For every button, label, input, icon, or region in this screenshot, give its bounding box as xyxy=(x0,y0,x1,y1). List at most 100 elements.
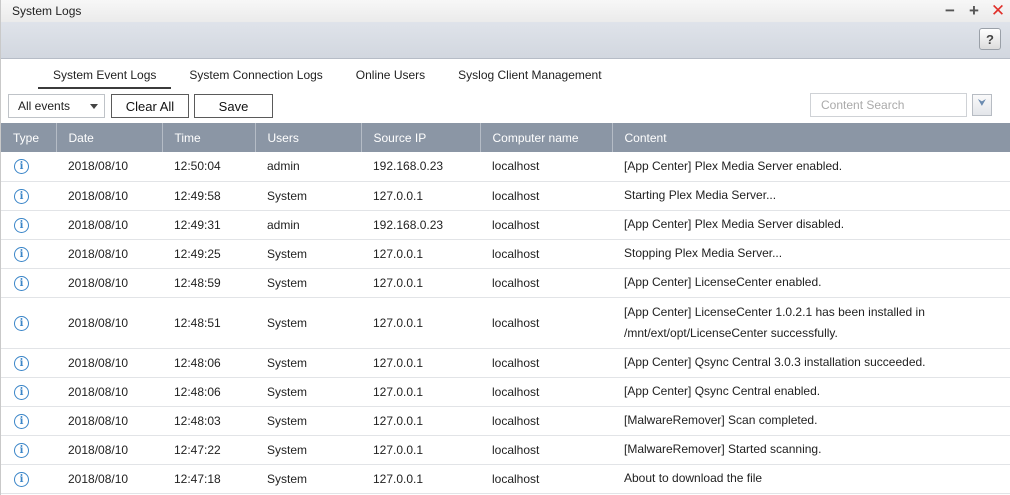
time-cell: 12:49:58 xyxy=(162,181,255,211)
tab-bar: System Event Logs System Connection Logs… xyxy=(1,65,1010,89)
info-icon: i xyxy=(14,275,29,291)
user-cell: admin xyxy=(255,152,361,182)
date-cell: 2018/08/10 xyxy=(56,210,162,240)
user-cell: System xyxy=(255,348,361,378)
content-search-input[interactable]: Content Search xyxy=(810,93,967,117)
info-icon: i xyxy=(14,315,29,331)
source-ip-cell: 127.0.0.1 xyxy=(361,406,480,436)
computer-name-cell: localhost xyxy=(480,377,612,407)
column-header-users[interactable]: Users xyxy=(255,123,362,152)
type-cell: i xyxy=(1,152,56,182)
type-cell: i xyxy=(1,181,56,211)
type-cell: i xyxy=(1,464,56,494)
column-header-source-ip[interactable]: Source IP xyxy=(361,123,481,152)
source-ip-cell: 127.0.0.1 xyxy=(361,435,480,465)
time-cell: 12:48:06 xyxy=(162,377,255,407)
source-ip-cell: 127.0.0.1 xyxy=(361,464,480,494)
source-ip-cell: 192.168.0.23 xyxy=(361,210,480,240)
computer-name-cell: localhost xyxy=(480,435,612,465)
time-cell: 12:48:59 xyxy=(162,268,255,298)
column-header-type[interactable]: Type xyxy=(1,123,57,152)
column-header-content[interactable]: Content xyxy=(612,123,1010,152)
column-header-time[interactable]: Time xyxy=(162,123,256,152)
table-body: i 2018/08/10 12:50:04 admin 192.168.0.23 loca… xyxy=(1,152,1010,494)
tab-system-connection-logs[interactable]: System Connection Logs xyxy=(174,65,337,89)
content-cell: [App Center] Qsync Central 3.0.3 install… xyxy=(612,348,1010,378)
table-row[interactable]: i 2018/08/10 12:49:58 System 127.0.0.1 localh… xyxy=(1,181,1010,211)
content-cell: [MalwareRemover] Scan completed. xyxy=(612,406,1010,436)
table-row[interactable]: i 2018/08/10 12:47:18 System 127.0.0.1 localh… xyxy=(1,464,1010,494)
type-cell: i xyxy=(1,210,56,240)
computer-name-cell: localhost xyxy=(480,464,612,494)
info-icon: i xyxy=(14,217,29,233)
maximize-icon[interactable]: + xyxy=(962,0,986,22)
minimize-icon[interactable]: − xyxy=(938,0,962,22)
content-cell: [MalwareRemover] Started scanning. xyxy=(612,435,1010,465)
info-icon: i xyxy=(14,442,29,458)
content-cell: [App Center] Qsync Central enabled. xyxy=(612,377,1010,407)
source-ip-cell: 127.0.0.1 xyxy=(361,181,480,211)
source-ip-cell: 127.0.0.1 xyxy=(361,239,480,269)
close-icon[interactable]: ✕ xyxy=(986,0,1010,22)
source-ip-cell: 127.0.0.1 xyxy=(361,377,480,407)
table-row[interactable]: i 2018/08/10 12:49:31 admin 192.168.0.23 loca… xyxy=(1,210,1010,240)
type-cell: i xyxy=(1,239,56,269)
content-cell: About to download the file xyxy=(612,464,1010,494)
info-icon: i xyxy=(14,413,29,429)
info-icon: i xyxy=(14,159,29,175)
table-row[interactable]: i 2018/08/10 12:48:59 System 127.0.0.1 localh… xyxy=(1,268,1010,298)
computer-name-cell: localhost xyxy=(480,268,612,298)
date-cell: 2018/08/10 xyxy=(56,406,162,436)
source-ip-cell: 127.0.0.1 xyxy=(361,268,480,298)
date-cell: 2018/08/10 xyxy=(56,435,162,465)
table-row[interactable]: i 2018/08/10 12:50:04 admin 192.168.0.23 loca… xyxy=(1,152,1010,182)
source-ip-cell: 127.0.0.1 xyxy=(361,348,480,378)
user-cell: System xyxy=(255,377,361,407)
user-cell: System xyxy=(255,406,361,436)
clear-all-button[interactable]: Clear All xyxy=(111,94,189,118)
table-row[interactable]: i 2018/08/10 12:48:51 System 127.0.0.1 localh… xyxy=(1,297,1010,349)
type-cell: i xyxy=(1,435,56,465)
computer-name-cell: localhost xyxy=(480,239,612,269)
computer-name-cell: localhost xyxy=(480,181,612,211)
content-cell: Starting Plex Media Server... xyxy=(612,181,1010,211)
table-row[interactable]: i 2018/08/10 12:48:06 System 127.0.0.1 localh… xyxy=(1,377,1010,407)
content-cell: [App Center] Plex Media Server enabled. xyxy=(612,152,1010,182)
type-cell: i xyxy=(1,406,56,436)
time-cell: 12:48:03 xyxy=(162,406,255,436)
tab-system-event-logs[interactable]: System Event Logs xyxy=(38,65,172,89)
date-cell: 2018/08/10 xyxy=(56,297,162,349)
type-cell: i xyxy=(1,268,56,298)
date-cell: 2018/08/10 xyxy=(56,152,162,182)
time-cell: 12:47:18 xyxy=(162,464,255,494)
table-row[interactable]: i 2018/08/10 12:48:06 System 127.0.0.1 localh… xyxy=(1,348,1010,378)
table-row[interactable]: i 2018/08/10 12:47:22 System 127.0.0.1 localh… xyxy=(1,435,1010,465)
computer-name-cell: localhost xyxy=(480,406,612,436)
user-cell: System xyxy=(255,297,361,349)
table-header: Type Date Time Users Source IP Computer … xyxy=(1,123,1010,152)
info-icon: i xyxy=(14,384,29,400)
event-filter-select[interactable]: All events xyxy=(8,94,105,118)
user-cell: System xyxy=(255,239,361,269)
save-button[interactable]: Save xyxy=(194,94,273,118)
tab-syslog-client-management[interactable]: Syslog Client Management xyxy=(443,65,616,89)
table-row[interactable]: i 2018/08/10 12:48:03 System 127.0.0.1 localh… xyxy=(1,406,1010,436)
column-header-date[interactable]: Date xyxy=(56,123,163,152)
info-icon: i xyxy=(14,246,29,262)
computer-name-cell: localhost xyxy=(480,210,612,240)
table-row[interactable]: i 2018/08/10 12:49:25 System 127.0.0.1 localh… xyxy=(1,239,1010,269)
double-chevron-down-icon[interactable]: ⮟ xyxy=(972,94,992,116)
content-cell: Stopping Plex Media Server... xyxy=(612,239,1010,269)
user-cell: System xyxy=(255,435,361,465)
content-cell: [App Center] LicenseCenter enabled. xyxy=(612,268,1010,298)
source-ip-cell: 192.168.0.23 xyxy=(361,152,480,182)
help-button[interactable]: ? xyxy=(979,28,1001,50)
user-cell: admin xyxy=(255,210,361,240)
tab-online-users[interactable]: Online Users xyxy=(341,65,440,89)
column-header-computer-name[interactable]: Computer name xyxy=(480,123,613,152)
user-cell: System xyxy=(255,268,361,298)
user-cell: System xyxy=(255,181,361,211)
window-title: System Logs xyxy=(12,4,82,18)
info-icon: i xyxy=(14,471,29,487)
event-log-table: Type Date Time Users Source IP Computer … xyxy=(1,123,1010,494)
